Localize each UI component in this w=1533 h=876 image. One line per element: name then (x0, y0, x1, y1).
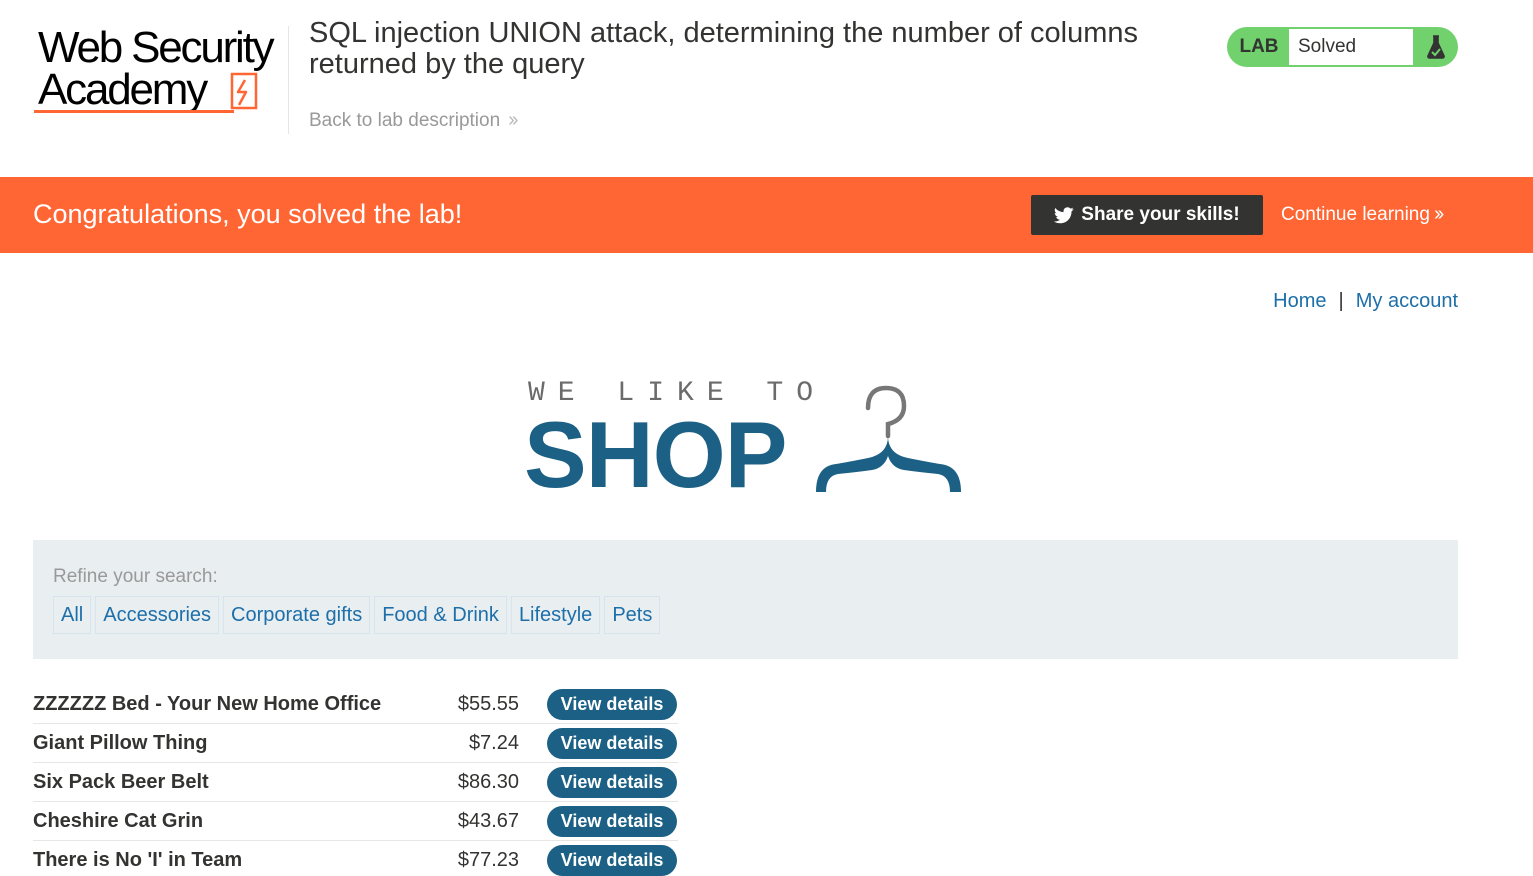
lab-badge-label: LAB (1239, 36, 1279, 57)
logo-text-line2: Academy (38, 65, 208, 114)
shop-logo: WE LIKE TO SHOP (524, 378, 969, 507)
double-chevron-right-icon: ›› (1433, 203, 1444, 225)
back-to-lab-description-link[interactable]: Back to lab description ›› (309, 109, 519, 132)
table-row: Six Pack Beer Belt $86.30 View details (33, 763, 678, 802)
filter-pets[interactable]: Pets (604, 596, 661, 634)
product-name: ZZZZZZ Bed - Your New Home Office (33, 692, 382, 715)
table-row: ZZZZZZ Bed - Your New Home Office $55.55… (33, 685, 678, 724)
product-price: $55.55 (457, 692, 519, 715)
solved-banner: Congratulations, you solved the lab! Sha… (0, 177, 1533, 253)
filter-food-drink[interactable]: Food & Drink (374, 596, 507, 634)
category-filter-panel: Refine your search: All Accessories Corp… (33, 540, 1458, 659)
share-skills-button[interactable]: Share your skills! (1031, 195, 1263, 235)
home-link[interactable]: Home (1273, 290, 1326, 313)
share-skills-label: Share your skills! (1081, 204, 1240, 225)
filter-all[interactable]: All (53, 596, 92, 634)
product-name: Giant Pillow Thing (33, 731, 208, 754)
lab-status-text: Solved (1289, 29, 1413, 65)
product-name: Cheshire Cat Grin (33, 809, 204, 832)
top-navigation: Home | My account (1273, 290, 1458, 313)
product-price: $7.24 (468, 731, 519, 754)
lab-status-badge: LAB Solved (1227, 27, 1458, 67)
view-details-button[interactable]: View details (547, 766, 677, 798)
table-row: Giant Pillow Thing $7.24 View details (33, 724, 678, 763)
product-price: $77.23 (457, 849, 519, 871)
continue-learning-label: Continue learning (1281, 203, 1430, 225)
view-details-button[interactable]: View details (547, 805, 677, 837)
lab-header: Web Security Academy SQL injection UNION… (0, 0, 1533, 177)
shop-wordmark: SHOP (524, 402, 787, 507)
double-chevron-right-icon: ›› (508, 109, 518, 131)
filter-accessories[interactable]: Accessories (95, 596, 220, 634)
back-link-label: Back to lab description (309, 109, 501, 131)
logo-lightning-icon (230, 72, 258, 110)
lab-title: SQL injection UNION attack, determining … (309, 17, 1139, 80)
product-name: There is No 'I' in Team (33, 849, 243, 871)
congratulations-message: Congratulations, you solved the lab! (33, 199, 463, 229)
view-details-button[interactable]: View details (547, 688, 677, 720)
logo-text-line1: Web Security (38, 23, 275, 72)
hanger-icon (816, 385, 961, 492)
my-account-link[interactable]: My account (1356, 290, 1458, 313)
logo-underline-icon (34, 110, 234, 113)
product-table: ZZZZZZ Bed - Your New Home Office $55.55… (33, 685, 678, 876)
twitter-icon (1054, 206, 1074, 223)
table-row: Cheshire Cat Grin $43.67 View details (33, 802, 678, 841)
view-details-button[interactable]: View details (547, 845, 677, 876)
product-name: Six Pack Beer Belt (33, 770, 209, 793)
web-security-academy-logo[interactable]: Web Security Academy (34, 24, 284, 118)
view-details-button[interactable]: View details (547, 727, 677, 759)
header-divider (288, 26, 289, 134)
continue-learning-link[interactable]: Continue learning ›› (1281, 203, 1444, 226)
refine-search-label: Refine your search: (53, 566, 218, 587)
category-filter-list: All Accessories Corporate gifts Food & D… (53, 596, 661, 634)
filter-corporate-gifts[interactable]: Corporate gifts (223, 596, 371, 634)
filter-lifestyle[interactable]: Lifestyle (510, 596, 601, 634)
product-price: $43.67 (457, 809, 519, 832)
nav-separator: | (1338, 290, 1344, 312)
product-price: $86.30 (457, 770, 519, 793)
table-row: There is No 'I' in Team $77.23 View deta… (33, 841, 678, 876)
flask-icon (1413, 27, 1458, 67)
